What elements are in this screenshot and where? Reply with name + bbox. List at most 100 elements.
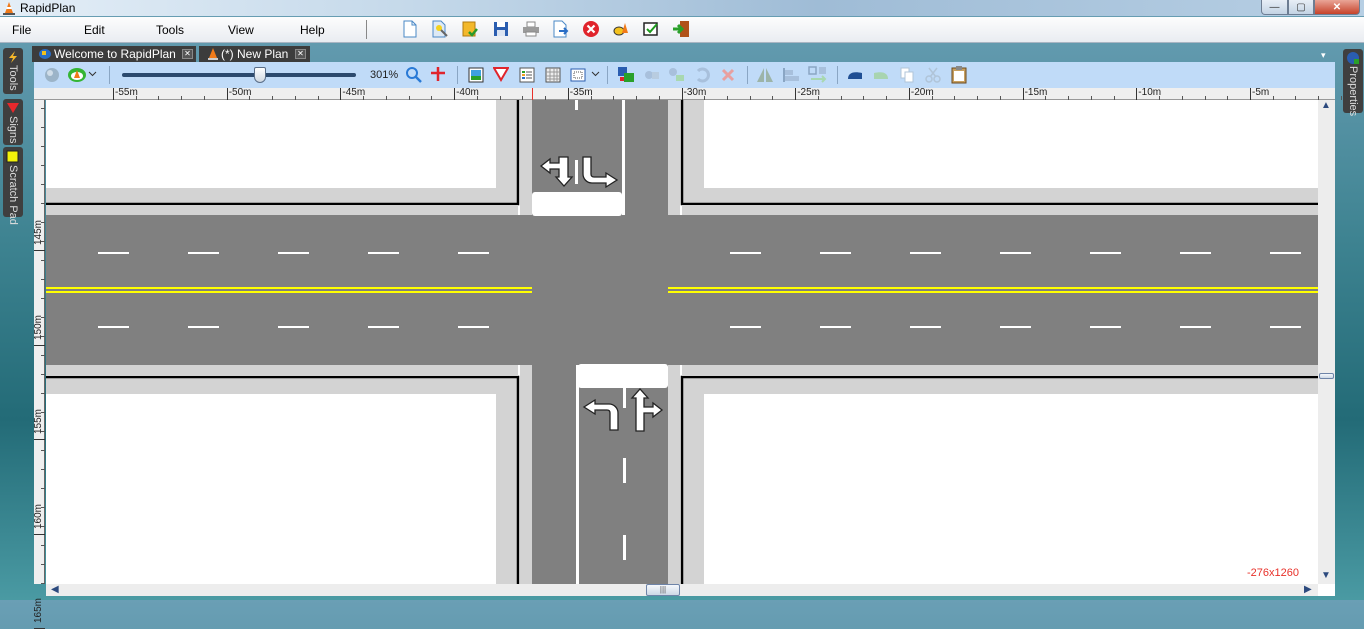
flip-icon[interactable]	[756, 67, 774, 83]
dock-tab-tools[interactable]: Tools	[3, 48, 23, 94]
lane-dash	[458, 326, 489, 328]
menu-file[interactable]: File	[12, 23, 31, 37]
close-button[interactable]: ✕	[1314, 0, 1360, 15]
menu-view[interactable]: View	[228, 23, 254, 37]
background-image-icon[interactable]	[468, 67, 484, 83]
ruler-major-tick	[34, 439, 45, 440]
dock-tab-signs[interactable]: Signs	[3, 99, 23, 145]
move-back-icon[interactable]	[643, 67, 660, 83]
print-icon[interactable]	[522, 20, 540, 38]
rapidplan-bee-icon[interactable]	[612, 20, 630, 38]
yield-sign-icon[interactable]	[493, 67, 509, 83]
ruler-minor-tick	[41, 127, 45, 128]
dock-tab-label: Scratch Pad	[7, 165, 19, 225]
paste-icon[interactable]	[951, 66, 967, 84]
new-document-icon[interactable]	[401, 20, 419, 38]
ruler-major-tick	[1022, 88, 1024, 100]
ruler-minor-tick	[41, 507, 45, 508]
minimize-button[interactable]: —	[1261, 0, 1288, 15]
scroll-left-button[interactable]: ◀	[51, 584, 59, 595]
tab-close-icon[interactable]: ✕	[295, 49, 306, 59]
ruler-top-label: -45m	[342, 87, 366, 98]
ruler-top-label: -20m	[910, 87, 934, 98]
globe-icon[interactable]	[44, 67, 60, 83]
copy-icon[interactable]	[899, 67, 915, 83]
lane-dash	[278, 252, 309, 254]
dock-tab-scratch-pad[interactable]: Scratch Pad	[3, 147, 23, 225]
lane-dash	[458, 252, 489, 254]
save-icon[interactable]	[492, 20, 510, 38]
lane-dash	[188, 252, 219, 254]
plan-toolbar	[34, 62, 1335, 88]
lane-dash	[1180, 252, 1211, 254]
lane-dash	[820, 252, 851, 254]
distribute-icon[interactable]	[808, 66, 828, 83]
magnifier-icon[interactable]	[405, 66, 422, 83]
menu-tools[interactable]: Tools	[156, 23, 184, 37]
sign-triangle-icon	[7, 103, 19, 113]
vertical-scrollbar[interactable]: ▲ ▼	[1318, 100, 1335, 584]
notepad-icon	[6, 150, 19, 163]
checkbox-icon[interactable]	[642, 20, 660, 38]
lane-dash	[730, 252, 761, 254]
maximize-button[interactable]: ▢	[1288, 0, 1314, 15]
north-centerline	[622, 100, 625, 215]
menu-separator	[366, 20, 367, 39]
lane-dash	[368, 326, 399, 328]
toolbar-separator	[837, 66, 838, 84]
cut-icon[interactable]	[925, 67, 941, 83]
toolbar-separator	[109, 66, 110, 84]
dock-tab-properties[interactable]: Properties	[1343, 49, 1363, 116]
center-line-west	[46, 287, 532, 289]
ruler-minor-tick	[41, 374, 45, 375]
zoom-slider-thumb[interactable]	[254, 67, 267, 83]
horizontal-scrollbar[interactable]: ◀ ||| ▶	[46, 584, 1318, 596]
vertical-scroll-thumb[interactable]	[1319, 373, 1334, 379]
rotate-icon[interactable]	[694, 67, 710, 83]
move-front-icon[interactable]	[668, 67, 685, 83]
horizontal-scroll-thumb[interactable]: |||	[646, 584, 680, 596]
properties-icon	[1347, 52, 1359, 64]
lane-dash	[98, 252, 129, 254]
lot-sw	[46, 394, 496, 584]
delete-icon[interactable]	[720, 67, 736, 83]
grid-icon[interactable]	[545, 67, 561, 83]
undo-icon[interactable]	[846, 67, 864, 83]
menu-edit[interactable]: Edit	[84, 23, 105, 37]
tab-close-icon[interactable]: ✕	[182, 49, 193, 59]
lane-dash	[820, 326, 851, 328]
chevron-down-icon[interactable]	[88, 71, 97, 77]
toolbar-separator	[607, 66, 608, 84]
tab-list-dropdown[interactable]: ▾	[1321, 50, 1326, 61]
zoom-slider[interactable]	[122, 73, 356, 77]
chevron-down-icon[interactable]	[591, 71, 600, 77]
tab-new-plan[interactable]: (*) New Plan ✕	[199, 46, 310, 62]
scroll-right-button[interactable]: ▶	[1304, 584, 1312, 595]
ruler-major-tick	[34, 250, 45, 251]
layer-dropdown-icon[interactable]	[67, 66, 87, 84]
menu-help[interactable]: Help	[300, 23, 325, 37]
lightning-icon	[9, 51, 17, 63]
zoom-percent: 301%	[370, 69, 399, 81]
frame-dropdown-icon[interactable]	[570, 67, 586, 83]
send-icon[interactable]	[552, 20, 570, 38]
exit-door-icon[interactable]	[672, 20, 690, 38]
select-region-icon[interactable]	[617, 66, 635, 83]
export-icon[interactable]	[461, 20, 479, 38]
intersection-drawing	[46, 100, 1318, 584]
lane-dash	[910, 252, 941, 254]
list-icon[interactable]	[519, 67, 535, 83]
ruler-minor-tick	[41, 317, 45, 318]
scroll-up-button[interactable]: ▲	[1321, 100, 1331, 111]
plan-canvas[interactable]	[46, 100, 1318, 584]
redo-icon[interactable]	[872, 67, 890, 83]
ruler-minor-tick	[41, 298, 45, 299]
tab-label: (*) New Plan	[221, 47, 289, 61]
open-document-icon[interactable]	[431, 20, 449, 38]
close-red-icon[interactable]	[582, 20, 600, 38]
crosshair-icon[interactable]	[430, 66, 446, 82]
ruler-minor-tick	[41, 431, 45, 432]
align-icon[interactable]	[782, 67, 800, 83]
scroll-down-button[interactable]: ▼	[1321, 570, 1331, 581]
tab-welcome[interactable]: Welcome to RapidPlan ✕	[32, 46, 196, 62]
